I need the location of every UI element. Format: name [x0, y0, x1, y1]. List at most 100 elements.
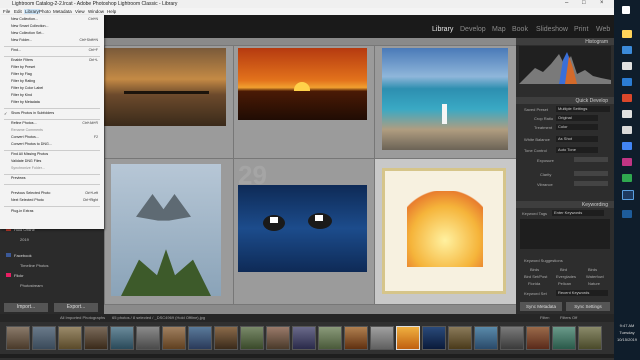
photo-herons[interactable] — [111, 164, 221, 296]
menu-window[interactable]: Window — [88, 9, 104, 14]
photo-lotus[interactable] — [382, 168, 506, 294]
collection-item[interactable]: Timeline Photos — [20, 263, 49, 268]
menu-item[interactable]: Convert Photos to DNG... — [11, 142, 52, 146]
crop-ratio-select[interactable]: Original — [556, 115, 598, 121]
filmstrip-thumbnail[interactable] — [318, 326, 342, 350]
vibrance-slider[interactable] — [574, 181, 608, 186]
menu-item[interactable]: Previews — [11, 176, 26, 180]
collection-item[interactable]: 2019 — [20, 237, 29, 242]
module-library[interactable]: Library — [432, 26, 453, 33]
menu-view[interactable]: View — [75, 9, 85, 14]
menu-item[interactable]: New Folder... — [11, 38, 32, 42]
menu-item[interactable]: Refine Photos... — [11, 121, 37, 125]
module-book[interactable]: Book — [512, 26, 528, 33]
photoshop-icon[interactable] — [622, 210, 632, 218]
filmstrip-thumbnail[interactable] — [292, 326, 316, 350]
filmstrip-thumbnail[interactable] — [370, 326, 394, 350]
saved-preset-select[interactable]: Multiple Settings — [556, 106, 610, 112]
export-button[interactable]: Export... — [54, 303, 98, 312]
photo-sunset[interactable] — [238, 48, 367, 120]
menu-item[interactable]: Filter by Metadata — [11, 100, 40, 104]
clock-time[interactable]: 9:47 AM — [614, 323, 640, 328]
auto-tone-button[interactable]: Auto Tone — [556, 147, 598, 153]
filmstrip-thumbnail[interactable] — [474, 326, 498, 350]
filmstrip-thumbnail[interactable] — [32, 326, 56, 350]
filmstrip-thumbnail[interactable] — [162, 326, 186, 350]
clarity-slider[interactable] — [574, 171, 608, 176]
filmstrip-thumbnail[interactable] — [448, 326, 472, 350]
sync-metadata-button[interactable]: Sync Metadata — [520, 302, 562, 311]
photo-lighthouse[interactable] — [382, 48, 508, 150]
module-print[interactable]: Print — [574, 26, 588, 33]
collection-item[interactable]: Photostream — [20, 283, 43, 288]
filmstrip-thumbnail[interactable] — [136, 326, 160, 350]
filmstrip-thumbnail[interactable] — [214, 326, 238, 350]
menu-item[interactable]: Convert Photos... — [11, 135, 39, 139]
filmstrip-thumbnail[interactable] — [578, 326, 602, 350]
keyword-suggestion[interactable]: Waterfowl — [586, 274, 604, 279]
minimize-button[interactable]: – — [565, 0, 568, 6]
menu-item[interactable]: New Collection... — [11, 17, 38, 21]
menu-item[interactable]: Enable Filters — [11, 58, 33, 62]
chrome-icon[interactable] — [622, 142, 632, 150]
app-icon[interactable] — [622, 110, 632, 118]
menu-item[interactable]: Filter by Flag — [11, 72, 32, 76]
quick-develop-header[interactable]: Quick Develop — [516, 97, 614, 104]
filmstrip-thumbnail[interactable] — [110, 326, 134, 350]
menu-item[interactable]: Filter by Color Label — [11, 86, 43, 90]
menu-item[interactable]: Previous Selected Photo — [11, 191, 50, 195]
app-icon[interactable] — [622, 62, 632, 70]
filmstrip-thumbnail[interactable] — [552, 326, 576, 350]
white-balance-select[interactable]: As Shot — [556, 136, 598, 142]
filmstrip-thumbnail[interactable] — [344, 326, 368, 350]
menu-item[interactable]: Rename Comments — [11, 128, 43, 132]
collection-item[interactable]: Facebook — [14, 253, 32, 258]
lightroom-icon[interactable] — [622, 190, 634, 200]
maximize-button[interactable]: □ — [582, 0, 586, 6]
filmstrip-thumbnail[interactable] — [188, 326, 212, 350]
keyword-suggestion[interactable]: Birds — [588, 267, 597, 272]
collection-item[interactable]: Flickr — [14, 273, 24, 278]
menu-item[interactable]: Filter by Rating — [11, 79, 35, 83]
filmstrip-thumbnail[interactable] — [422, 326, 446, 350]
photo-pier-sunset[interactable] — [104, 48, 226, 126]
word-icon[interactable] — [622, 78, 632, 86]
filmstrip-scrollbar[interactable] — [0, 354, 614, 358]
app-icon[interactable] — [622, 126, 632, 134]
close-button[interactable]: × — [600, 0, 604, 6]
app-icon[interactable] — [622, 174, 632, 182]
keyword-suggestion[interactable]: Florida — [528, 281, 540, 286]
menu-library[interactable]: Library — [24, 9, 40, 14]
windows-start-icon[interactable] — [622, 6, 630, 14]
sync-settings-button[interactable]: Sync Settings — [566, 302, 610, 311]
treatment-select[interactable]: Color — [556, 124, 598, 130]
filmstrip-thumbnail[interactable] — [84, 326, 108, 350]
keyword-suggestion[interactable]: Pelican — [558, 281, 571, 286]
keyword-suggestion[interactable]: Bird — [560, 267, 567, 272]
menu-item[interactable]: New Smart Collection... — [11, 24, 49, 28]
module-web[interactable]: Web — [596, 26, 610, 33]
filmstrip-thumbnail[interactable] — [6, 326, 30, 350]
menu-help[interactable]: Help — [107, 9, 116, 14]
module-map[interactable]: Map — [492, 26, 506, 33]
keyword-suggestion[interactable]: Everglades — [556, 274, 576, 279]
filmstrip-source[interactable]: All Imported Photographs — [60, 315, 105, 320]
keyword-suggestion[interactable]: Birds — [530, 267, 539, 272]
menu-edit[interactable]: Edit — [14, 9, 22, 14]
app-icon[interactable] — [622, 158, 632, 166]
keywording-header[interactable]: Keywording — [516, 201, 614, 208]
keyword-set-select[interactable]: Recent Keywords — [556, 290, 608, 296]
keyword-suggestion[interactable]: Bird Set/Post — [524, 274, 547, 279]
file-explorer-icon[interactable] — [622, 30, 632, 38]
app-icon[interactable] — [622, 94, 632, 102]
menu-item[interactable]: Show Photos in Subfolders — [11, 111, 54, 115]
menu-photo[interactable]: Photo — [39, 9, 51, 14]
menu-item[interactable]: Find All Missing Photos — [11, 152, 48, 156]
filmstrip-thumbnail[interactable] — [266, 326, 290, 350]
menu-item[interactable]: Filter by Preset — [11, 65, 35, 69]
menu-item[interactable]: Find... — [11, 48, 21, 52]
keyword-tags-select[interactable]: Enter Keywords — [552, 210, 604, 216]
menu-item[interactable]: Validate DNG Files — [11, 159, 41, 163]
filmstrip-thumbnail[interactable] — [58, 326, 82, 350]
photo-ducks[interactable] — [238, 185, 367, 272]
